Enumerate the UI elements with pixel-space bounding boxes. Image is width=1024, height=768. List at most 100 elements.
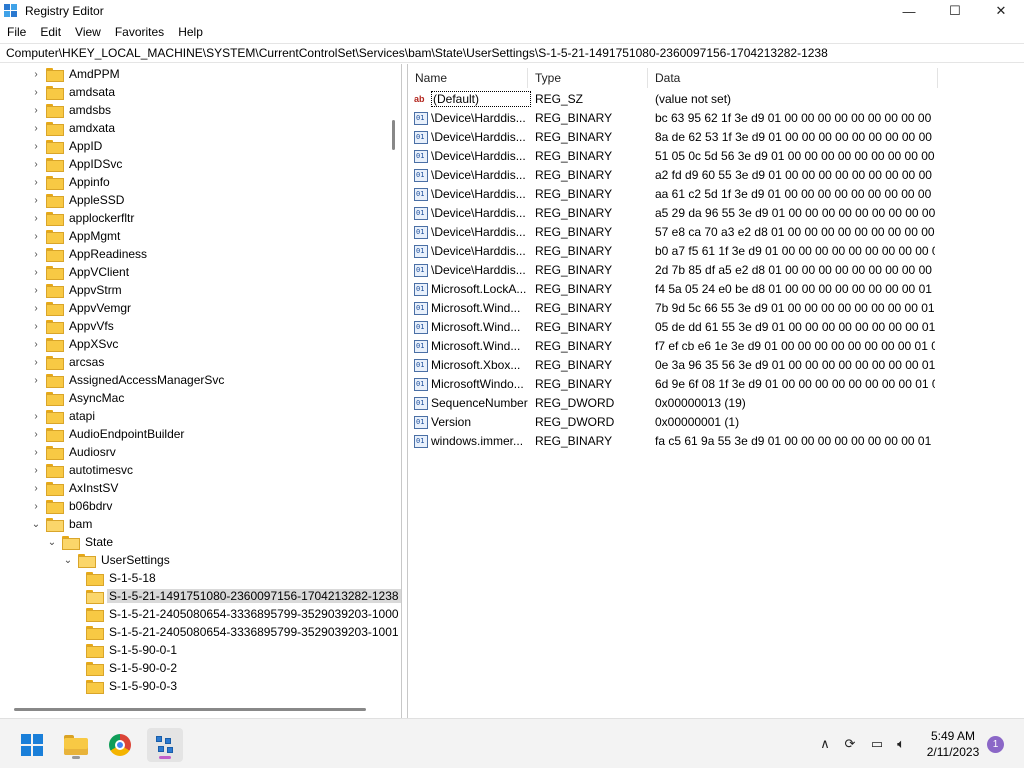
tree-node[interactable]: › amdsbs [30,101,113,119]
tree-node[interactable]: S-1-5-90-0-1 [86,641,179,659]
chevron-down-icon[interactable]: ⌄ [46,533,58,551]
chevron-right-icon[interactable]: › [30,497,42,515]
tree-node[interactable]: › Audiosrv [30,443,118,461]
minimize-button[interactable]: — [886,0,932,22]
tree-node[interactable]: S-1-5-18 [86,569,158,587]
tree-node[interactable]: › AppID [30,137,104,155]
tree-node[interactable]: › AppvVemgr [30,299,133,317]
tree-node[interactable]: › b06bdrv [30,497,114,515]
chevron-right-icon[interactable]: › [30,263,42,281]
tree-vertical-scrollbar[interactable] [388,64,400,704]
tree-node[interactable]: › AppvVfs [30,317,116,335]
chevron-right-icon[interactable]: › [30,101,42,119]
tree-node[interactable]: › AppXSvc [30,335,120,353]
tree-node[interactable]: › Appinfo [30,173,112,191]
chevron-right-icon[interactable]: › [30,65,42,83]
chevron-right-icon[interactable]: › [30,353,42,371]
network-icon[interactable]: ▭ [869,736,885,752]
key-tree-pane[interactable]: › AmdPPM › amdsata › amdsbs › amdxata › AppID › App… [0,64,402,718]
chevron-right-icon[interactable]: › [30,191,42,209]
values-pane[interactable]: Name Type Data ab (Default) REG_SZ (value n… [407,64,1024,718]
chevron-right-icon[interactable]: › [30,461,42,479]
value-row[interactable]: Microsoft.Wind... REG_BINARY 05 de dd 61 5… [408,318,1008,337]
chevron-right-icon[interactable]: › [30,443,42,461]
chevron-right-icon[interactable]: › [30,137,42,155]
tree-node[interactable]: S-1-5-90-0-3 [86,677,179,695]
value-row[interactable]: \Device\Harddis... REG_BINARY a5 29 da 96 … [408,204,1008,223]
column-header-data[interactable]: Data [648,68,938,88]
tree-node[interactable]: › AudioEndpointBuilder [30,425,186,443]
value-row[interactable]: \Device\Harddis... REG_BINARY 51 05 0c 5d … [408,147,1008,166]
tree-node[interactable]: › atapi [30,407,97,425]
value-row[interactable]: Microsoft.Xbox... REG_BINARY 0e 3a 96 35 5… [408,356,1008,375]
maximize-button[interactable]: ☐ [932,0,978,22]
tree-node[interactable]: › AmdPPM [30,65,122,83]
value-row[interactable]: Microsoft.Wind... REG_BINARY f7 ef cb e6 1… [408,337,1008,356]
chevron-right-icon[interactable]: › [30,83,42,101]
chevron-right-icon[interactable]: › [30,299,42,317]
tree-node[interactable]: › AppleSSD [30,191,126,209]
tree-node[interactable]: › amdxata [30,119,117,137]
value-row[interactable]: Microsoft.LockA... REG_BINARY f4 5a 05 24 … [408,280,1008,299]
chevron-right-icon[interactable]: › [30,335,42,353]
value-row[interactable]: MicrosoftWindo... REG_BINARY 6d 9e 6f 08 1… [408,375,1008,394]
tree-node[interactable]: › AppvStrm [30,281,124,299]
tree-node[interactable]: AsyncMac [30,389,126,407]
tree-node[interactable]: › AppMgmt [30,227,122,245]
chevron-right-icon[interactable]: › [30,155,42,173]
clock[interactable]: 5:49 AM 2/11/2023 [918,728,988,760]
tree-node[interactable]: S-1-5-21-2405080654-3336895799-352903920… [86,605,401,623]
tree-node[interactable]: ⌄ State [46,533,115,551]
chevron-right-icon[interactable]: › [30,371,42,389]
menu-edit[interactable]: Edit [33,22,68,42]
menu-file[interactable]: File [0,22,33,42]
value-row[interactable]: windows.immer... REG_BINARY fa c5 61 9a 55… [408,432,1008,451]
taskbar-file-explorer[interactable] [58,728,94,762]
chevron-right-icon[interactable]: › [30,425,42,443]
value-row[interactable]: \Device\Harddis... REG_BINARY aa 61 c2 5d … [408,185,1008,204]
taskbar-chrome[interactable] [102,728,138,762]
chevron-right-icon[interactable]: › [30,227,42,245]
tree-node[interactable]: › AppVClient [30,263,131,281]
value-row[interactable]: \Device\Harddis... REG_BINARY a2 fd d9 60 … [408,166,1008,185]
tree-node[interactable]: ⌄ bam [30,515,94,533]
value-row[interactable]: ab (Default) REG_SZ (value not set) [408,90,1008,109]
chevron-right-icon[interactable]: › [30,173,42,191]
tree-node[interactable]: S-1-5-21-2405080654-3336895799-352903920… [86,623,401,641]
sync-icon[interactable]: ⟳ [842,736,858,752]
chevron-right-icon[interactable]: › [30,407,42,425]
value-row[interactable]: \Device\Harddis... REG_BINARY b0 a7 f5 61 … [408,242,1008,261]
menu-favorites[interactable]: Favorites [108,22,171,42]
value-row[interactable]: Microsoft.Wind... REG_BINARY 7b 9d 5c 66 5… [408,299,1008,318]
close-button[interactable]: ✕ [978,0,1024,22]
tree-node[interactable]: S-1-5-90-0-2 [86,659,179,677]
tree-node[interactable]: › applockerfltr [30,209,136,227]
tree-node[interactable]: › AxInstSV [30,479,120,497]
tree-node[interactable]: › AppReadiness [30,245,149,263]
menu-view[interactable]: View [68,22,108,42]
chevron-right-icon[interactable]: › [30,245,42,263]
menu-help[interactable]: Help [171,22,210,42]
value-row[interactable]: \Device\Harddis... REG_BINARY bc 63 95 62 … [408,109,1008,128]
chevron-right-icon[interactable]: › [30,281,42,299]
address-bar[interactable]: Computer\HKEY_LOCAL_MACHINE\SYSTEM\Curre… [0,43,1024,63]
value-row[interactable]: \Device\Harddis... REG_BINARY 57 e8 ca 70 … [408,223,1008,242]
column-header-name[interactable]: Name [408,68,528,88]
tree-node[interactable]: › amdsata [30,83,117,101]
taskbar-registry-editor[interactable] [147,728,183,762]
chevron-up-icon[interactable]: ∧ [817,736,833,752]
tree-horizontal-scrollbar[interactable] [0,704,388,716]
tree-node[interactable]: ⌄ UserSettings [62,551,172,569]
tree-node[interactable]: › AppIDSvc [30,155,124,173]
value-row[interactable]: SequenceNumber REG_DWORD 0x00000013 (19) [408,394,1008,413]
tree-node[interactable]: › AssignedAccessManagerSvc [30,371,226,389]
column-header-type[interactable]: Type [528,68,648,88]
value-row[interactable]: \Device\Harddis... REG_BINARY 8a de 62 53 … [408,128,1008,147]
value-row[interactable]: Version REG_DWORD 0x00000001 (1) [408,413,1008,432]
start-button[interactable] [14,728,50,762]
value-row[interactable]: \Device\Harddis... REG_BINARY 2d 7b 85 df … [408,261,1008,280]
chevron-down-icon[interactable]: ⌄ [62,551,74,569]
chevron-right-icon[interactable]: › [30,479,42,497]
tree-node[interactable]: › autotimesvc [30,461,135,479]
chevron-right-icon[interactable]: › [30,317,42,335]
